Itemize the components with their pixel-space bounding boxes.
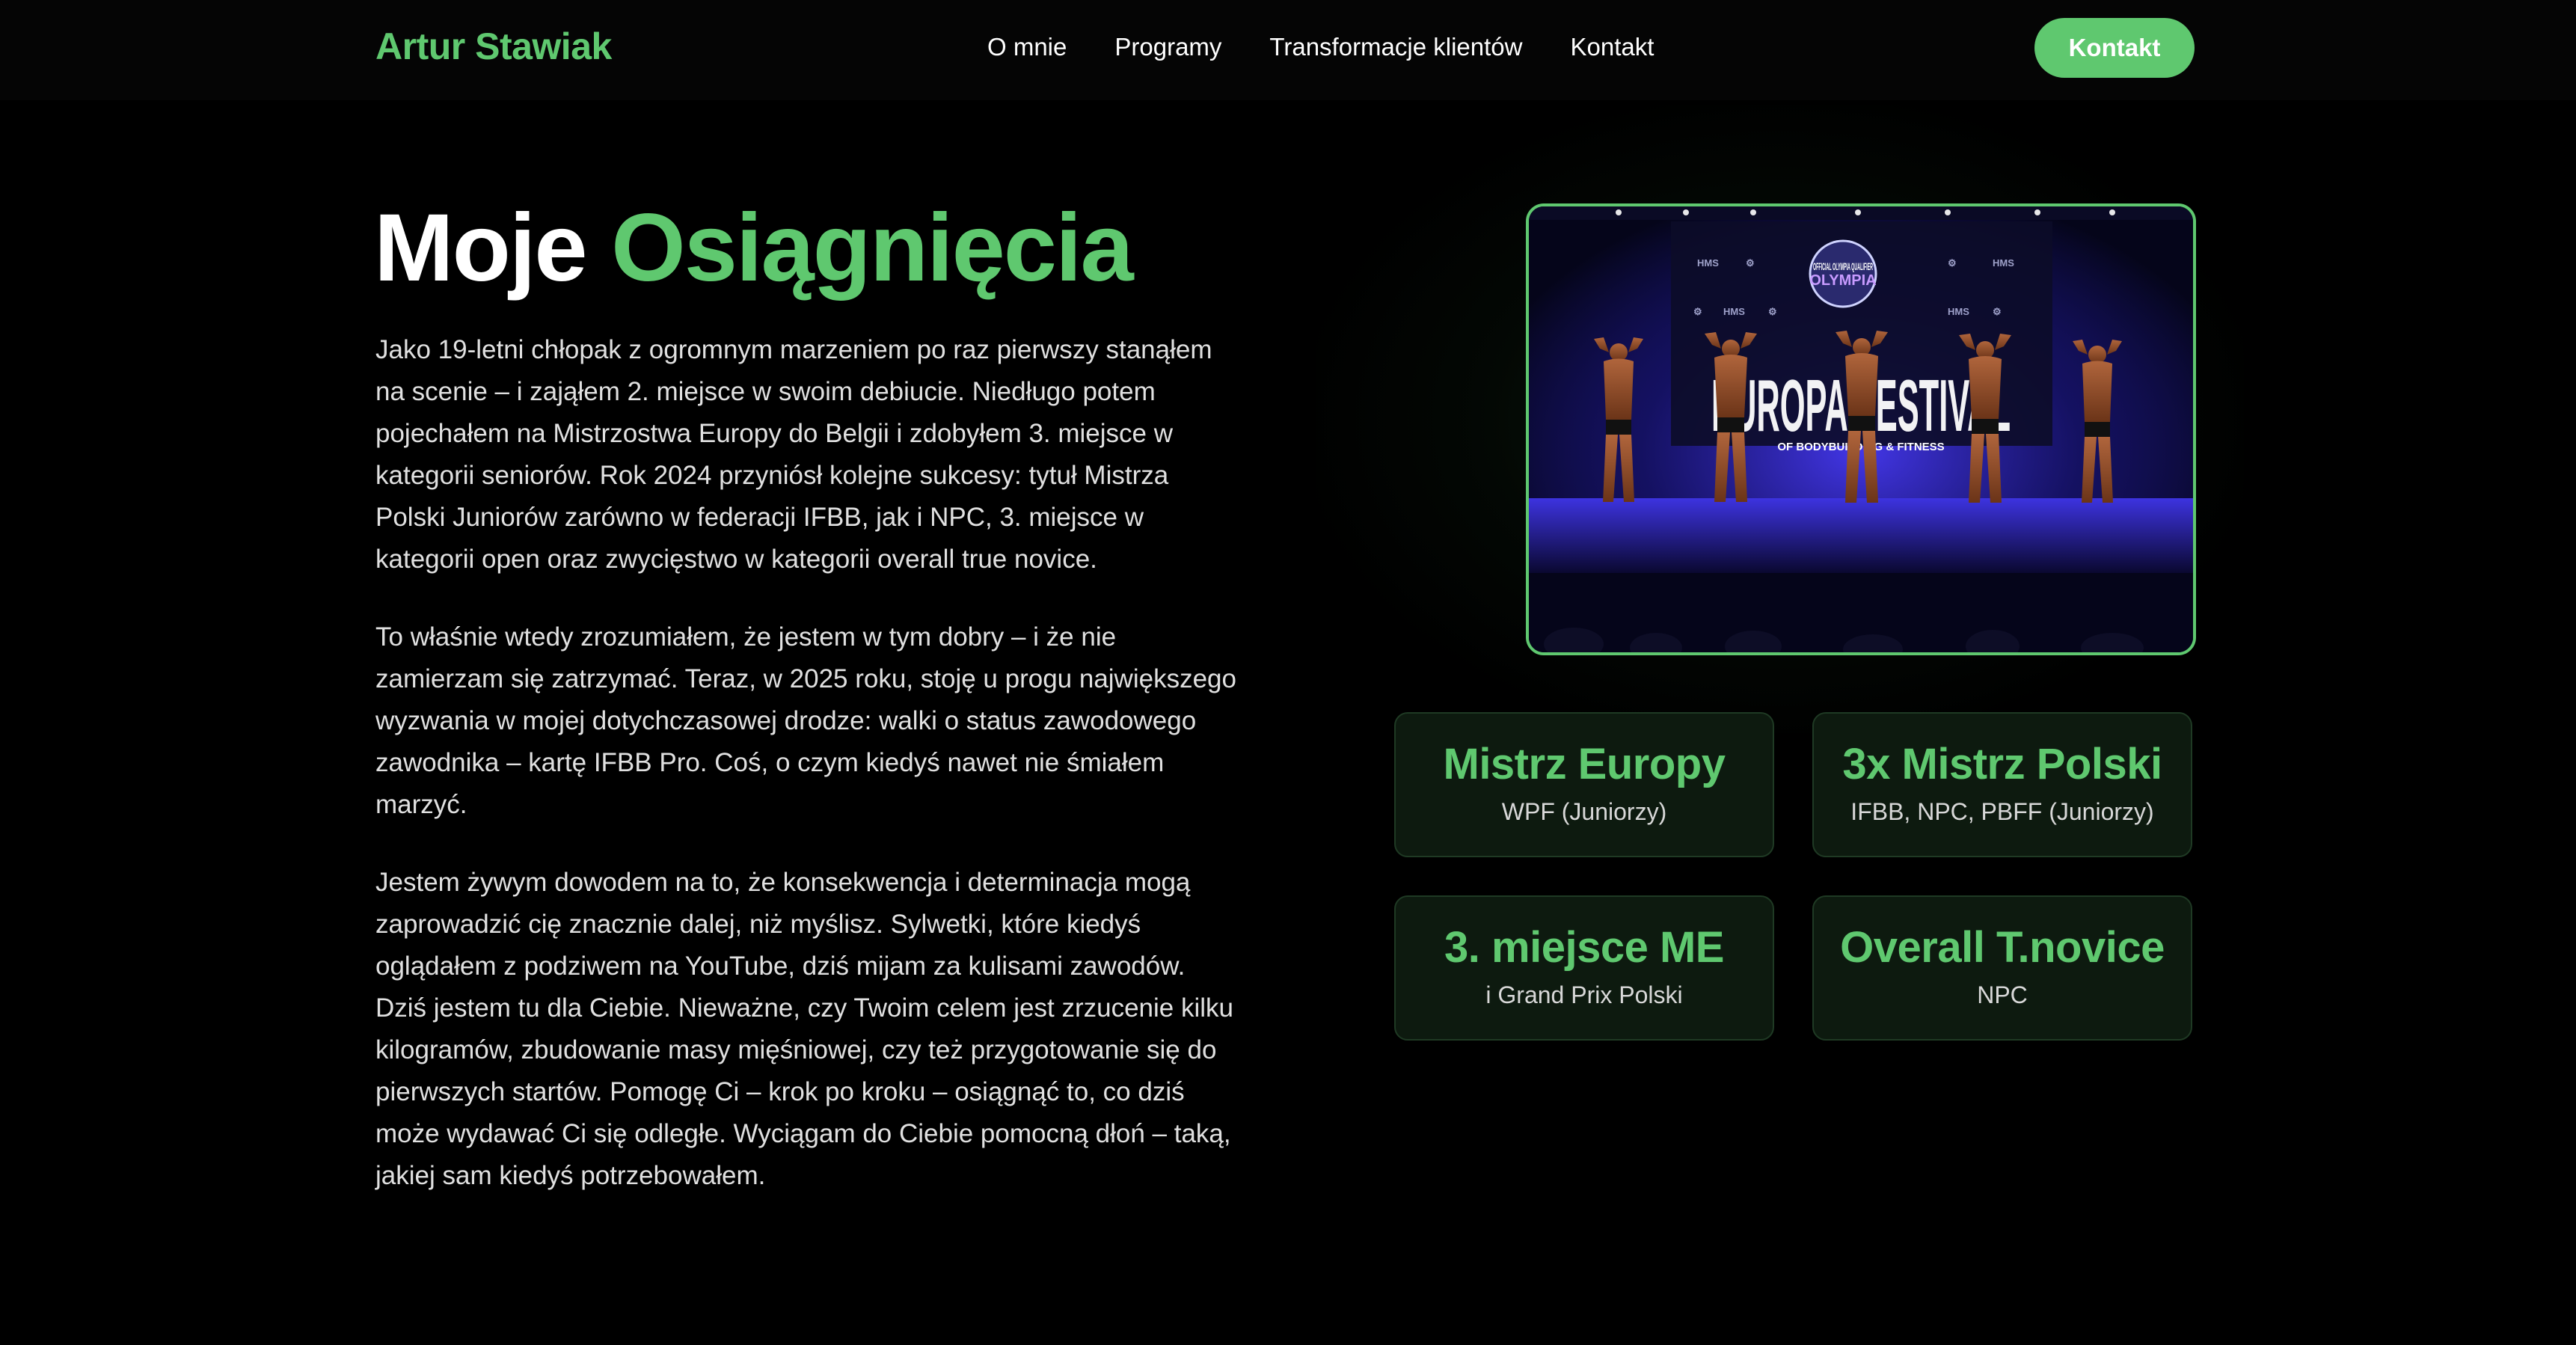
- stat-subtitle: IFBB, NPC, PBFF (Juniorzy): [1850, 798, 2154, 825]
- svg-text:⚙: ⚙: [1993, 306, 2002, 317]
- svg-text:OLYMPIA: OLYMPIA: [1809, 272, 1876, 289]
- stat-card-mistrz-polski: 3x Mistrz Polski IFBB, NPC, PBFF (Junior…: [1812, 712, 2192, 857]
- intro-paragraph-3: Jestem żywym dowodem na to, że konsekwen…: [375, 868, 1233, 1190]
- svg-text:⚙: ⚙: [1693, 306, 1702, 317]
- page-title-green: Osiągnięcia: [611, 194, 1134, 301]
- stat-title: Mistrz Europy: [1443, 740, 1726, 788]
- svg-text:HMS: HMS: [1723, 306, 1745, 317]
- stage-photo: HMS ⚙ ⚙ HMS ⚙ HMS ⚙ HMS ⚙ OFFICIAL OLYMPIA Q…: [1526, 203, 2196, 655]
- stat-title: 3. miejsce ME: [1444, 923, 1724, 972]
- contact-button[interactable]: Kontakt: [2034, 18, 2195, 78]
- page-title-white: Moje: [374, 194, 588, 301]
- svg-text:HMS: HMS: [1948, 306, 1969, 317]
- stat-subtitle: WPF (Juniorzy): [1501, 798, 1667, 825]
- nav-link-kontakt[interactable]: Kontakt: [1570, 33, 1654, 61]
- svg-text:HMS: HMS: [1993, 257, 2014, 269]
- stage-photo-illustration: HMS ⚙ ⚙ HMS ⚙ HMS ⚙ HMS ⚙ OFFICIAL OLYMPIA Q…: [1529, 206, 2193, 652]
- page: Artur Stawiak O mnie Programy Transforma…: [0, 0, 2576, 1345]
- stat-title: Overall T.novice: [1840, 923, 2165, 972]
- svg-text:HMS: HMS: [1697, 257, 1719, 269]
- nav-link-o-mnie[interactable]: O mnie: [987, 33, 1067, 61]
- stat-subtitle: i Grand Prix Polski: [1485, 981, 1683, 1008]
- nav-link-transformacje[interactable]: Transformacje klientów: [1269, 33, 1522, 61]
- page-title: Moje Osiągnięcia: [374, 194, 1134, 301]
- svg-text:⚙: ⚙: [1948, 257, 1957, 269]
- stat-card-overall-novice: Overall T.novice NPC: [1812, 895, 2192, 1041]
- stat-title: 3x Mistrz Polski: [1842, 740, 2162, 788]
- nav-links: O mnie Programy Transformacje klientów K…: [987, 33, 1654, 61]
- banner-top-text: OFFICIAL OLYMPIA QUALIFIER: [1813, 260, 1873, 272]
- nav-link-programy[interactable]: Programy: [1114, 33, 1221, 61]
- brand-logo[interactable]: Artur Stawiak: [375, 25, 612, 68]
- svg-text:⚙: ⚙: [1768, 306, 1777, 317]
- stat-subtitle: NPC: [1977, 981, 2028, 1008]
- navbar: Artur Stawiak O mnie Programy Transforma…: [0, 0, 2576, 100]
- banner-sub-text: OF BODYBUILDING & FITNESS: [1777, 441, 1944, 453]
- svg-text:⚙: ⚙: [1746, 257, 1755, 269]
- stat-card-mistrz-europy: Mistrz Europy WPF (Juniorzy): [1394, 712, 1774, 857]
- intro-paragraph-2: To właśnie wtedy zrozumiałem, że jestem …: [375, 622, 1236, 819]
- stat-card-miejsce-me: 3. miejsce ME i Grand Prix Polski: [1394, 895, 1774, 1041]
- intro-paragraph-1: Jako 19-letni chłopak z ogromnym marzeni…: [375, 335, 1212, 574]
